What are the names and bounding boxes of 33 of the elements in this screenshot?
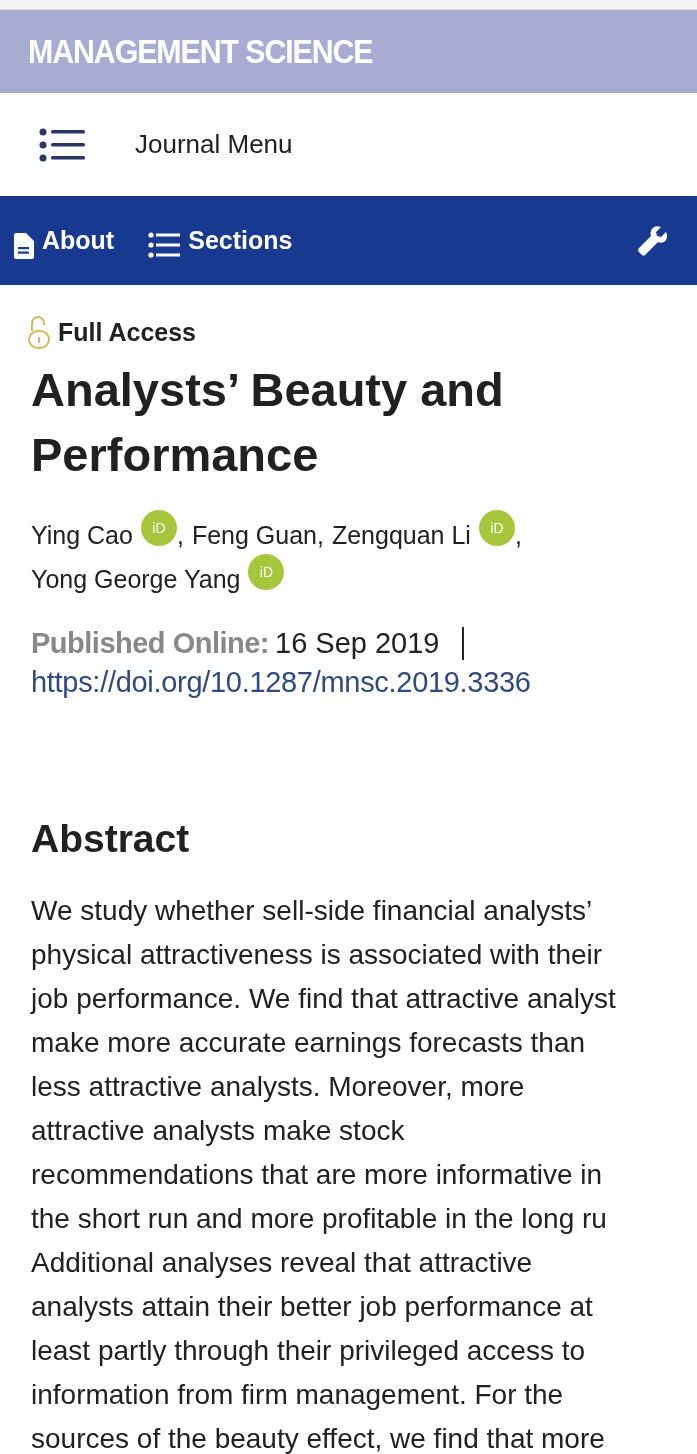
abstract-line: recommendations that are more informative in	[31, 1158, 603, 1192]
comma: ,	[514, 520, 522, 550]
abstract-line: sources of the beauty effect, we find that more	[31, 1422, 605, 1454]
wrench-icon[interactable]	[637, 224, 669, 257]
abstract-line: make more accurate earnings forecasts than	[31, 1026, 586, 1060]
abstract-line: less attractive analysts. Moreover, more	[31, 1070, 525, 1104]
nav-link[interactable]: Sections	[148, 223, 293, 258]
article-title: Analysts’ Beauty and Performance	[31, 362, 505, 483]
abstract-line: Additional analyses reveal that attractive	[31, 1246, 533, 1280]
abstract-line: analysts attain their better job performance at	[31, 1290, 593, 1324]
open-lock-icon	[28, 315, 50, 349]
comma: ,	[176, 520, 184, 550]
doi-link[interactable]: https://doi.org/10.1287/mnsc.2019.3336	[31, 666, 697, 699]
list-icon	[148, 231, 181, 258]
abstract-line: job performance. We find that attractive analyst	[31, 982, 616, 1016]
author-name[interactable]: Ying Cao	[31, 520, 133, 550]
abstract-line: physical attractiveness is associated with their	[31, 938, 603, 972]
abstract-line: attractive analysts make stock	[31, 1114, 405, 1148]
abstract-line: the short run and more profitable in the long ru	[31, 1202, 607, 1236]
abstract-line: We study whether sell-side financial analysts’	[31, 894, 593, 928]
abstract-heading: Abstract	[31, 817, 191, 861]
nav-link[interactable]: About	[14, 222, 115, 259]
document-icon	[14, 232, 34, 259]
access-label: Full Access	[58, 317, 197, 347]
author-name[interactable]: Feng Guan,	[191, 520, 324, 550]
menu-icon[interactable]	[39, 127, 85, 162]
abstract-line: information from firm management. For the	[31, 1378, 564, 1412]
author-name[interactable]: Zengquan Li	[331, 520, 471, 550]
published-label: Published Online:	[31, 627, 269, 660]
author-name[interactable]: Yong George Yang	[31, 564, 241, 594]
published-date: 16 Sep 2019	[275, 627, 464, 660]
journal-menu-link[interactable]: Journal Menu	[135, 129, 293, 160]
abstract-line: least partly through their privileged access to	[31, 1334, 586, 1368]
